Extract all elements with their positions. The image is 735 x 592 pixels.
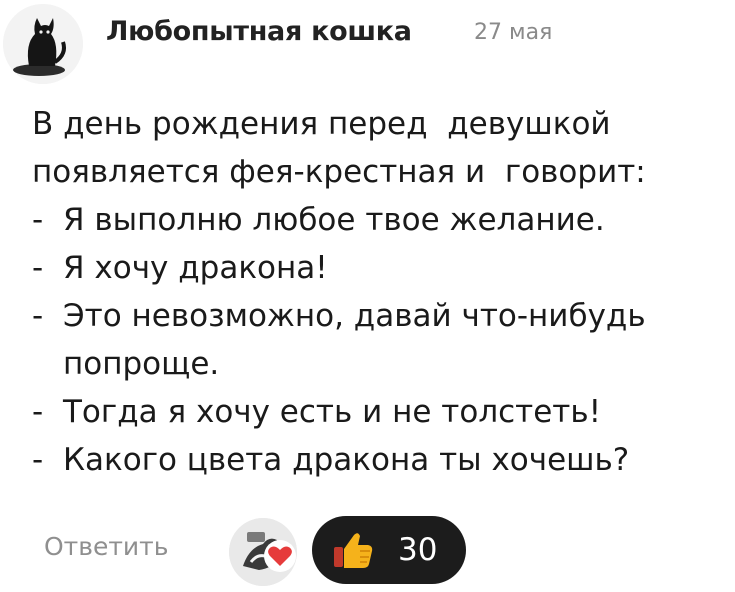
dialogue-dash: -: [32, 442, 44, 478]
dialogue-line: - Какого цвета дракона ты хочешь?: [32, 436, 732, 484]
dialogue-line: - Это невозможно, давай что-нибудь попро…: [32, 292, 732, 388]
dialogue-text: Я выполню любое твое желание.: [63, 202, 605, 238]
like-count: 30: [398, 532, 438, 568]
author-avatar[interactable]: [3, 4, 83, 84]
dialogue-line: - Я выполню любое твое желание.: [32, 196, 732, 244]
comment-body: В день рождения перед девушкой появляетс…: [32, 100, 732, 484]
dialogue-line: - Я хочу дракона!: [32, 244, 732, 292]
author-name[interactable]: Любопытная кошка: [106, 16, 412, 47]
comment-line: появляется фея-крестная и говорит:: [32, 154, 646, 190]
dialogue-line: - Тогда я хочу есть и не толстеть!: [32, 388, 732, 436]
reply-button[interactable]: Ответить: [44, 532, 168, 561]
cat-avatar-icon: [3, 4, 83, 84]
like-button[interactable]: 30: [312, 516, 466, 584]
comment-line: В день рождения перед девушкой: [32, 106, 611, 142]
heart-icon: [264, 540, 296, 572]
dialogue-text: Какого цвета дракона ты хочешь?: [63, 442, 630, 478]
dialogue-text: Тогда я хочу есть и не толстеть!: [63, 394, 602, 430]
dialogue-dash: -: [32, 202, 44, 238]
thumbs-up-icon: [334, 533, 373, 568]
dialogue-dash: -: [32, 250, 44, 286]
dialogue-text: Я хочу дракона!: [63, 250, 328, 286]
dialogue-text: Это невозможно, давай что-нибудь попроще…: [63, 298, 646, 382]
dialogue-dash: -: [32, 298, 44, 334]
dialogue-dash: -: [32, 394, 44, 430]
post-date: 27 мая: [474, 20, 553, 45]
